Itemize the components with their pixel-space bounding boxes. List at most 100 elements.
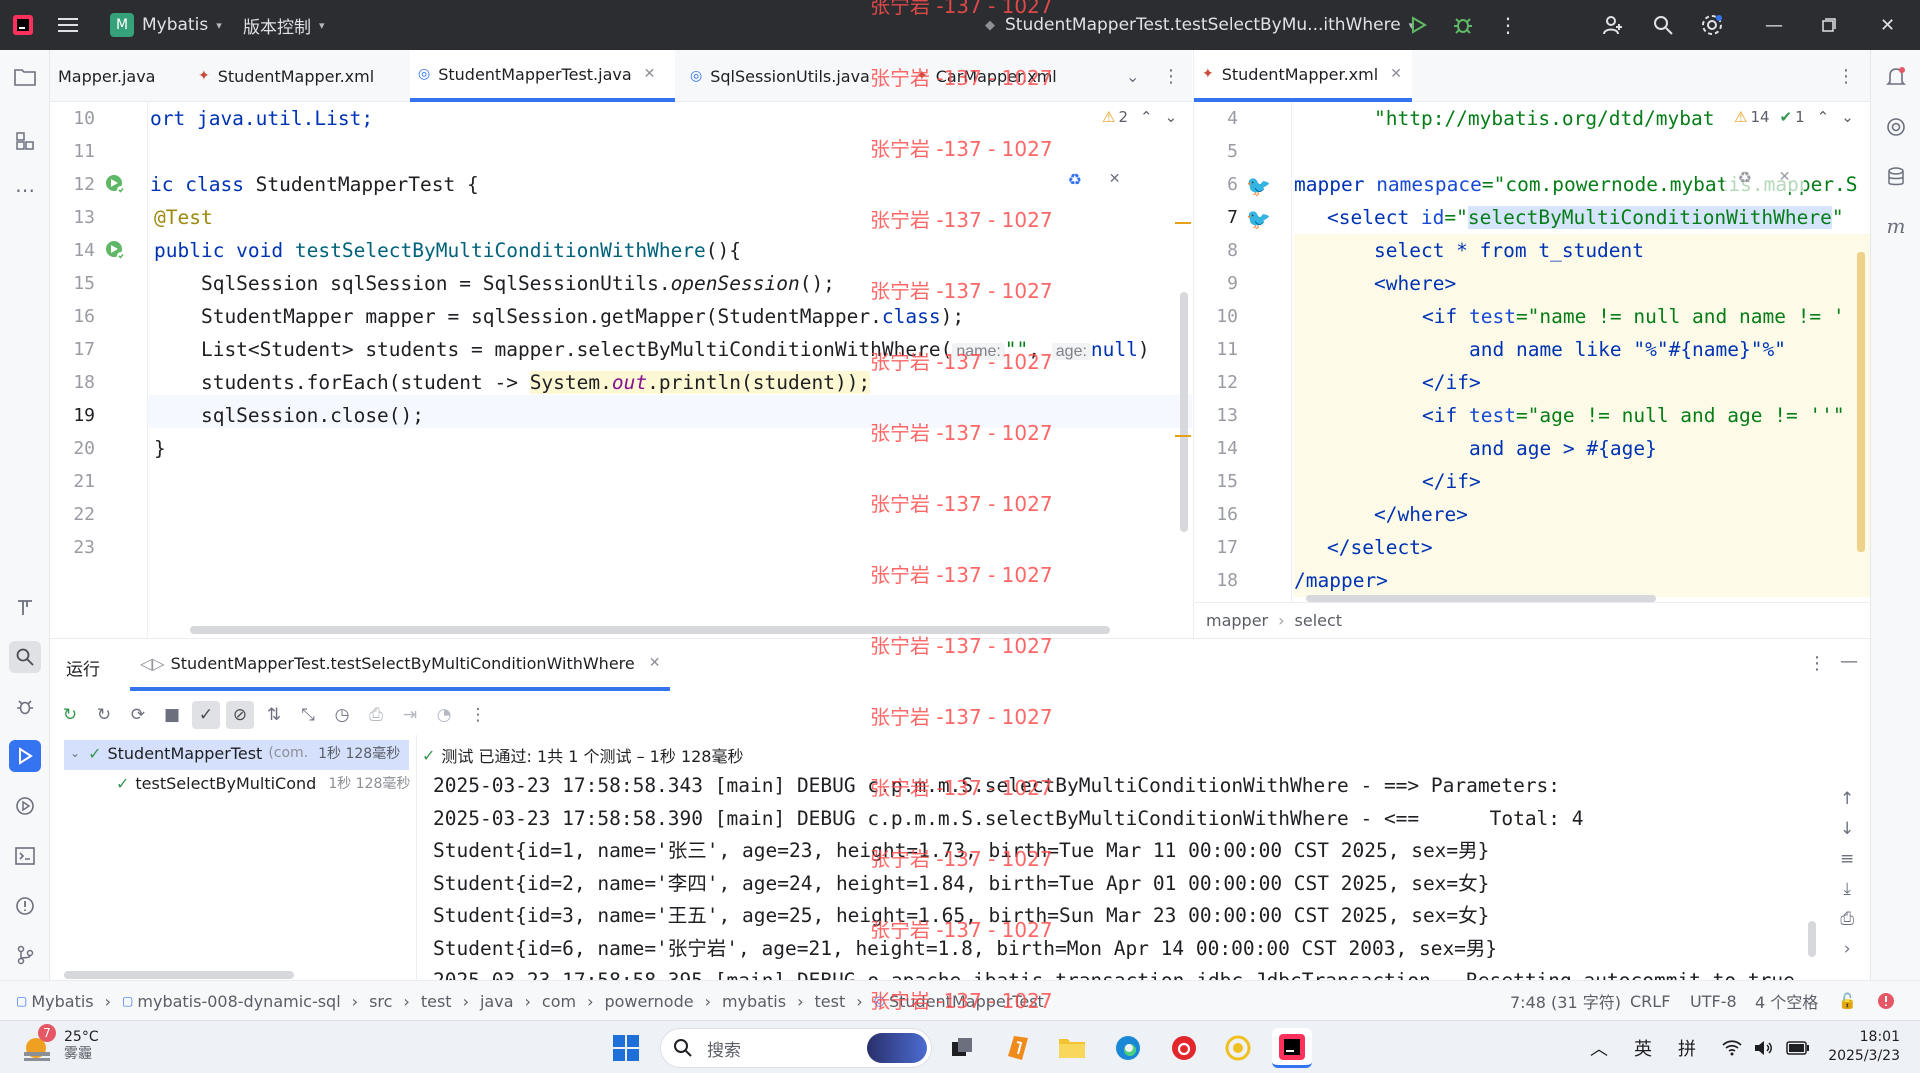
export-icon[interactable]: ⎙ xyxy=(362,705,390,725)
add-user-icon[interactable] xyxy=(1602,0,1624,50)
main-menu-icon[interactable] xyxy=(58,0,78,50)
task-view-icon[interactable] xyxy=(942,1028,982,1068)
taskbar-search[interactable]: 搜索 xyxy=(660,1028,932,1068)
build-hammer-icon[interactable] xyxy=(9,591,41,623)
start-button[interactable] xyxy=(606,1028,646,1068)
tab-studentmapper-xml[interactable]: ✦ StudentMapper.xml xyxy=(190,50,382,102)
next-highlight-icon[interactable]: ⌄ xyxy=(1165,108,1178,126)
tab-sqlsessionutils-java[interactable]: ◎ SqlSessionUtils.java xyxy=(682,50,878,102)
battery-icon[interactable] xyxy=(1786,1040,1810,1055)
run-button[interactable] xyxy=(1408,0,1428,50)
wifi-icon[interactable] xyxy=(1722,1039,1742,1056)
close-tab-icon[interactable]: ✕ xyxy=(644,66,656,82)
line-separator[interactable]: CRLF xyxy=(1630,981,1670,1021)
right-code-editor[interactable]: 4 5 6 7 8 9 10 11 12 13 14 15 16 17 18 🐦… xyxy=(1193,102,1870,602)
inspection-widget[interactable]: ⚠ 14 ✔ 1 ⌃ ⌄ xyxy=(1734,108,1854,126)
mybatis-bird-icon[interactable]: 🐦 xyxy=(1246,174,1271,198)
breadcrumb-item[interactable]: test xyxy=(814,992,845,1011)
close-tab-icon[interactable]: ✕ xyxy=(649,655,661,671)
sort-icon[interactable]: ⇅ xyxy=(260,705,288,725)
vertical-scrollbar[interactable] xyxy=(1857,252,1865,552)
show-passed-icon[interactable]: ✓ xyxy=(192,701,220,729)
chevron-up-icon[interactable]: ︿ xyxy=(1590,1035,1608,1061)
stop-icon[interactable]: ■ xyxy=(158,705,186,725)
tab-right-studentmapper-xml[interactable]: ✦ StudentMapper.xml ✕ xyxy=(1194,50,1412,102)
find-icon[interactable] xyxy=(9,641,41,673)
database-icon[interactable] xyxy=(1880,161,1912,193)
app-logo-icon[interactable] xyxy=(12,0,34,50)
breadcrumb-item[interactable]: mybatis-008-dynamic-sql xyxy=(137,992,340,1011)
file-encoding[interactable]: UTF-8 xyxy=(1690,981,1737,1021)
problems-icon[interactable] xyxy=(9,890,41,922)
inspection-widget[interactable]: ⚠ 2 ⌃ ⌄ xyxy=(1102,108,1177,126)
horizontal-scrollbar[interactable] xyxy=(190,626,1110,634)
app-icon-orange[interactable] xyxy=(998,1028,1038,1068)
run-config-selector[interactable]: ◆ StudentMapperTest.testSelectByMu...ith… xyxy=(985,0,1414,50)
previous-highlight-icon[interactable]: ⌃ xyxy=(1140,108,1153,126)
tree-scrollbar[interactable] xyxy=(64,971,294,979)
tabs-dropdown-icon[interactable]: ⌄ xyxy=(1118,50,1147,102)
scroll-up-icon[interactable]: ↑ xyxy=(1840,789,1854,809)
soft-wrap-icon[interactable]: ≡ xyxy=(1840,849,1854,869)
vertical-scrollbar[interactable] xyxy=(1180,292,1188,532)
netease-music-icon[interactable] xyxy=(1164,1028,1204,1068)
git-icon[interactable] xyxy=(9,939,41,971)
show-ignored-icon[interactable]: ⊘ xyxy=(226,701,254,729)
search-icon[interactable] xyxy=(1652,0,1674,50)
rerun-icon[interactable]: ↻ xyxy=(56,705,84,725)
close-icon[interactable]: ✕ xyxy=(1779,169,1791,185)
vcs-menu[interactable]: 版本控制 ▾ xyxy=(243,0,325,50)
mybatis-plugin-icon[interactable]: ♻ xyxy=(1067,170,1081,189)
indent-setting[interactable]: 4 个空格 xyxy=(1755,981,1818,1021)
more-actions-icon[interactable]: ⋮ xyxy=(1498,0,1518,50)
app-icon-yellow[interactable] xyxy=(1218,1028,1258,1068)
lock-icon[interactable]: 🔓 xyxy=(1838,981,1857,1021)
left-code-editor[interactable]: 10 11 12 13 14 15 16 17 18 19 20 21 22 2… xyxy=(50,102,1192,638)
next-highlight-icon[interactable]: ⌄ xyxy=(1841,108,1854,126)
collapse-icon[interactable]: ⤡ xyxy=(294,705,322,725)
debug-tool-icon[interactable] xyxy=(9,691,41,723)
volume-icon[interactable] xyxy=(1754,1040,1774,1056)
breadcrumb-item[interactable]: src xyxy=(369,992,392,1011)
hide-panel-icon[interactable]: — xyxy=(1840,651,1858,672)
edge-browser-icon[interactable] xyxy=(1108,1028,1148,1068)
import-icon[interactable]: ⇥ xyxy=(396,705,424,725)
print-icon[interactable]: ⎙ xyxy=(1840,909,1854,929)
close-icon[interactable]: ✕ xyxy=(1109,171,1121,187)
breadcrumb-item[interactable]: powernode xyxy=(604,992,693,1011)
breadcrumb-item[interactable]: select xyxy=(1295,611,1343,630)
test-tree-item[interactable]: ✓ testSelectByMultiCond 1秒 128毫秒 xyxy=(116,773,410,793)
run-tool-icon[interactable] xyxy=(9,740,41,772)
run-tab[interactable]: ◁▷ StudentMapperTest.testSelectByMultiCo… xyxy=(130,639,671,691)
expand-icon[interactable]: › xyxy=(1844,939,1851,959)
ai-assistant-icon[interactable] xyxy=(1880,111,1912,143)
tabs-more-icon[interactable]: ⋮ xyxy=(1829,50,1863,102)
terminal-icon[interactable] xyxy=(9,840,41,872)
clock[interactable]: 18:01 2025/3/23 xyxy=(1820,1028,1900,1066)
file-explorer-icon[interactable] xyxy=(1052,1028,1092,1068)
caret-position[interactable]: 7:48 (31 字符) xyxy=(1510,981,1621,1021)
settings-gear-icon[interactable] xyxy=(1700,0,1724,50)
breadcrumb-item[interactable]: StudentMapperTest xyxy=(889,992,1044,1011)
scroll-down-icon[interactable]: ↓ xyxy=(1840,819,1854,839)
notifications-bell-icon[interactable] xyxy=(1880,61,1912,93)
breadcrumb-item[interactable]: mapper xyxy=(1206,611,1268,630)
tabs-more-icon[interactable]: ⋮ xyxy=(1154,50,1188,102)
minimize-button[interactable]: — xyxy=(1765,0,1783,50)
coverage-icon[interactable]: ◔ xyxy=(430,705,458,725)
toggle-auto-test-icon[interactable]: ⟳ xyxy=(124,705,152,725)
splitter[interactable] xyxy=(416,735,417,981)
more-options-icon[interactable]: ⋮ xyxy=(1808,653,1826,674)
error-indicator-icon[interactable] xyxy=(1877,981,1895,1021)
project-selector[interactable]: M Mybatis ▾ xyxy=(110,0,222,50)
ime-language[interactable]: 英 xyxy=(1634,1035,1652,1061)
structure-icon[interactable] xyxy=(9,125,41,157)
breadcrumb-item[interactable]: test xyxy=(421,992,452,1011)
folder-icon[interactable] xyxy=(9,61,41,93)
previous-highlight-icon[interactable]: ⌃ xyxy=(1817,108,1830,126)
tab-mapper-java[interactable]: Mapper.java xyxy=(50,50,163,102)
breadcrumb-item[interactable]: Mybatis xyxy=(31,992,93,1011)
horizontal-scrollbar[interactable] xyxy=(1306,595,1656,602)
run-test-gutter-icon[interactable] xyxy=(104,239,126,261)
close-window-button[interactable]: ✕ xyxy=(1880,0,1895,50)
